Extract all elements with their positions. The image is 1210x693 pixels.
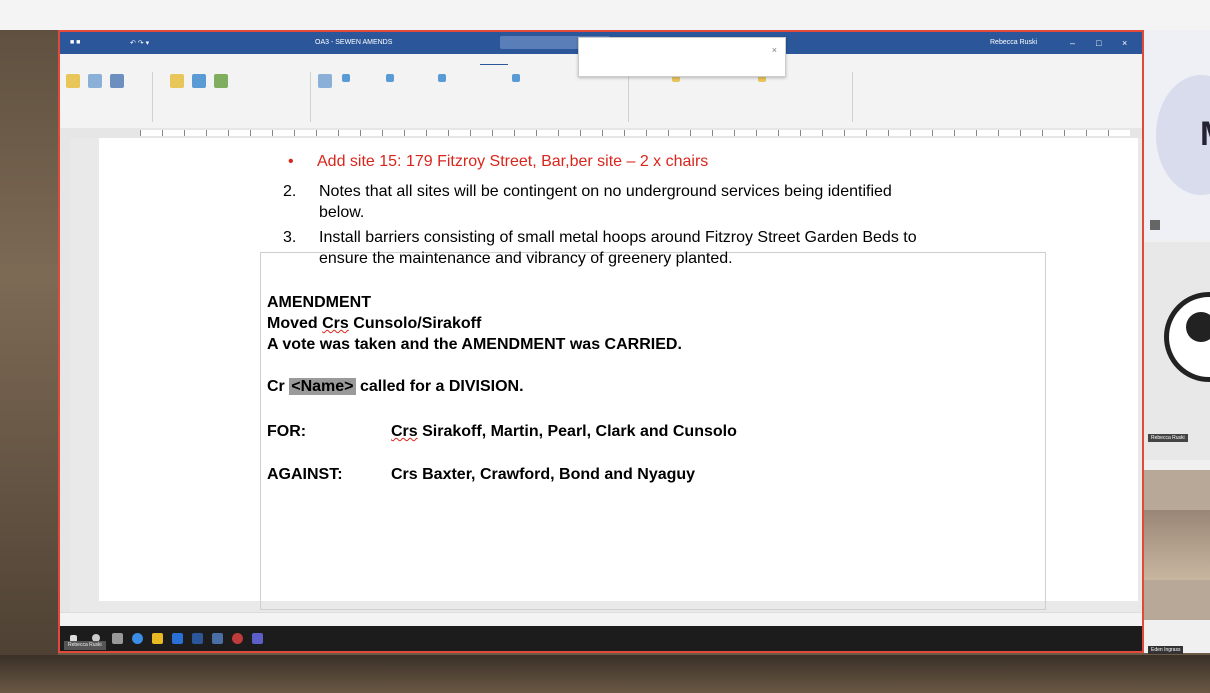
moved-line: Moved Crs Cunsolo/Sirakoff — [267, 315, 482, 332]
item-2-line-2: below. — [319, 204, 365, 221]
participants-panel: M Rebecca Ruski Eden Ingrass — [1144, 30, 1210, 654]
participant-name: Rebecca Ruski — [1148, 434, 1188, 442]
tile-badge-icon — [1150, 220, 1160, 230]
shared-screen: ■ ■ ↶ ↷ ▾ OA3 - SEWEN AMENDS Rebecca Rus… — [58, 30, 1144, 653]
participant-tile-1[interactable]: M — [1144, 30, 1210, 240]
item-3-number: 3. — [283, 229, 297, 246]
against-label: AGAINST: — [267, 466, 343, 483]
status-bar — [60, 612, 1142, 627]
room-video-left — [0, 0, 58, 693]
for-names: Crs Sirakoff, Martin, Pearl, Clark and C… — [391, 423, 737, 440]
bullet-line: Add site 15: 179 Fitzroy Street, Bar,ber… — [317, 153, 709, 170]
ribbon-icon-i[interactable] — [386, 74, 394, 82]
ribbon-icon-c[interactable] — [110, 74, 124, 88]
participant-name: Eden Ingrass — [1148, 646, 1184, 654]
presenter-label: Rebecca Ruski — [990, 39, 1038, 46]
ribbon-icon-f[interactable] — [214, 74, 228, 88]
vertical-ruler — [60, 138, 70, 612]
room-video-bottom — [0, 655, 1210, 693]
outlook-icon[interactable] — [172, 633, 183, 644]
ribbon-icon-e[interactable] — [192, 74, 206, 88]
tab-active[interactable] — [480, 56, 508, 65]
chrome-icon[interactable] — [232, 633, 243, 644]
item-2-number: 2. — [283, 183, 297, 200]
teams-icon[interactable] — [252, 633, 263, 644]
bullet-dot: • — [288, 153, 294, 170]
document-page[interactable]: • Add site 15: 179 Fitzroy Street, Bar,b… — [99, 138, 1138, 645]
word-icon[interactable] — [192, 633, 203, 644]
avatar-letter: M — [1200, 115, 1210, 154]
windows-taskbar: Rebecca Ruski — [60, 626, 1142, 651]
task-view-icon[interactable] — [112, 633, 123, 644]
ribbon-icon-b[interactable] — [88, 74, 102, 88]
name-placeholder: <Name> — [289, 378, 356, 395]
item-2-line-1: Notes that all sites will be contingent … — [319, 183, 892, 200]
quick-access-toolbar[interactable]: ↶ ↷ ▾ — [130, 39, 149, 47]
edge-icon[interactable] — [132, 633, 143, 644]
presenter-name-tag: Rebecca Ruski — [64, 641, 106, 650]
document-title: OA3 - SEWEN AMENDS — [315, 39, 393, 46]
participant-tile-2[interactable]: Rebecca Ruski — [1144, 242, 1210, 460]
ribbon-icon-d[interactable] — [170, 74, 184, 88]
close-icon[interactable]: × — [1122, 38, 1127, 48]
participant-tile-3[interactable] — [1144, 470, 1210, 620]
close-icon[interactable]: × — [772, 45, 777, 55]
division-line: Cr <Name> called for a DIVISION. — [267, 378, 524, 395]
vote-line: A vote was taken and the AMENDMENT was C… — [267, 336, 682, 353]
screen-share-notification: × — [578, 37, 786, 77]
maximize-icon[interactable]: □ — [1096, 38, 1101, 48]
minimize-icon[interactable]: – — [1070, 38, 1075, 48]
against-names: Crs Baxter, Crawford, Bond and Nyaguy — [391, 466, 696, 483]
item-3-line-2: ensure the maintenance and vibrancy of g… — [319, 250, 733, 267]
autosave-toggle[interactable]: ■ ■ — [70, 39, 80, 46]
ribbon-icon-j[interactable] — [438, 74, 446, 82]
amendment-heading: AMENDMENT — [267, 294, 371, 311]
item-3-line-1: Install barriers consisting of small met… — [319, 229, 917, 246]
for-label: FOR: — [267, 423, 307, 440]
file-explorer-icon[interactable] — [152, 633, 163, 644]
ribbon-icon-a[interactable] — [66, 74, 80, 88]
ribbon-icon-k[interactable] — [512, 74, 520, 82]
ribbon-icon-h[interactable] — [342, 74, 350, 82]
top-strip — [0, 0, 1210, 30]
ribbon-icon-g[interactable] — [318, 74, 332, 88]
app-icon[interactable] — [212, 633, 223, 644]
